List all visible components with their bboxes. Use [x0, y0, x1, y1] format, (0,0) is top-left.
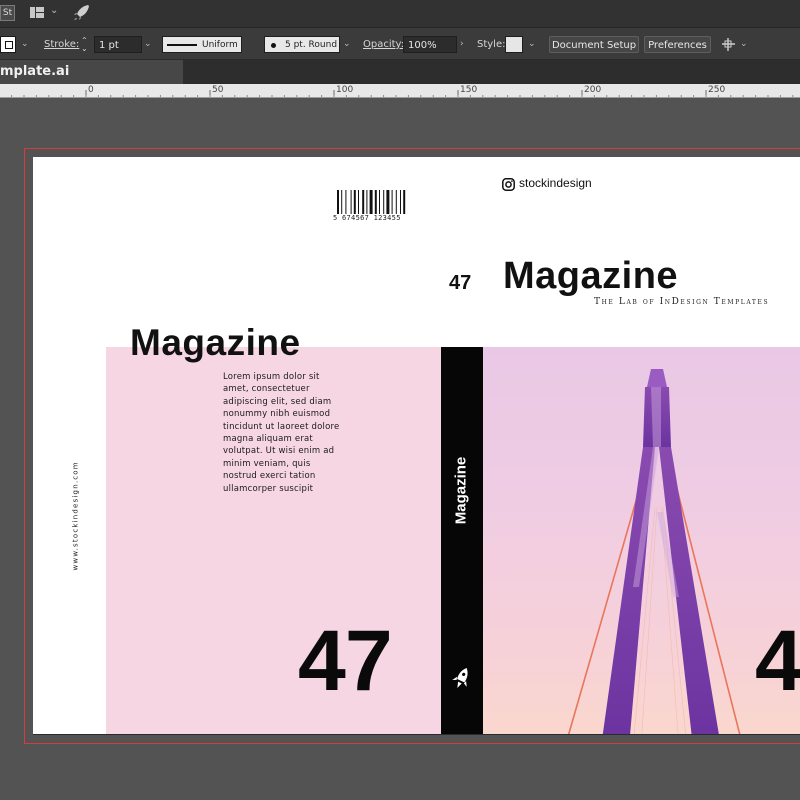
spine-title-text: Magazine — [452, 456, 470, 525]
body-line: amet, consectetuer — [223, 384, 310, 395]
ruler-label: 150 — [460, 85, 478, 95]
front-cover-issue-number: 4 — [755, 613, 800, 709]
front-issue-number-small: 47 — [449, 272, 472, 294]
document-setup-button[interactable]: Document Setup — [549, 36, 639, 53]
profile-label: Uniform — [202, 40, 238, 50]
front-cover-tagline: The Lab of InDesign Templates — [594, 297, 770, 307]
back-cover-title: Magazine — [130, 322, 301, 363]
opacity-field[interactable]: 100% — [403, 36, 457, 53]
front-cover-title: Magazine — [503, 255, 679, 297]
document-tab[interactable]: mplate.ai — [0, 60, 183, 84]
graphic-style-swatch[interactable] — [505, 36, 523, 53]
body-line: ullamcorper suscipit — [223, 483, 314, 494]
document-tab-bar: mplate.ai — [0, 60, 800, 84]
instagram-icon — [502, 178, 515, 191]
workspace-layout-icon[interactable] — [30, 7, 44, 18]
body-line: tincidunt ut laoreet dolore — [223, 421, 340, 432]
chevron-down-icon[interactable]: ⌄ — [21, 36, 29, 53]
artboard-page[interactable]: 5 674567 123455 stockindesign 47 Magazin… — [33, 157, 800, 735]
ruler-label: 0 — [88, 85, 94, 95]
body-line: Lorem ipsum dolor sit — [223, 372, 320, 382]
rocket-icon[interactable] — [73, 4, 90, 21]
page-baseline-guide — [33, 734, 800, 735]
chevron-down-icon[interactable]: ⌄ — [528, 36, 536, 53]
brush-dot-icon — [271, 43, 276, 48]
vertical-website-url: www.stockindesign.com — [70, 457, 80, 577]
body-line: volutpat. Ut wisi enim ad — [223, 446, 335, 457]
brush-definition[interactable]: 5 pt. Round — [264, 36, 340, 53]
chevron-down-icon[interactable]: ⌄ — [740, 36, 748, 53]
stroke-label[interactable]: Stroke: — [44, 36, 79, 53]
bridge-pylon-image — [567, 369, 741, 735]
body-line: nonummy nibh euismod — [223, 409, 331, 420]
stroke-weight-field[interactable]: 1 pt — [94, 36, 142, 53]
bridge-stock-icon[interactable]: St — [0, 5, 15, 21]
chevron-down-icon[interactable]: ⌄ — [144, 36, 152, 53]
ruler-ticks — [11, 90, 794, 97]
barcode-number: 5 674567 123455 — [333, 214, 401, 222]
application-bar: St ⌄ — [0, 0, 800, 28]
ruler-label: 50 — [212, 85, 224, 95]
chevron-down-icon[interactable]: ⌄ — [343, 36, 351, 53]
back-cover-issue-number: 47 — [298, 613, 393, 709]
rocket-logo-icon — [452, 668, 468, 688]
spine-title: Magazine — [441, 442, 483, 542]
horizontal-ruler[interactable]: 0 50 100 150 200 250 — [0, 84, 800, 98]
body-line: magna aliquam erat — [223, 434, 313, 445]
ruler-label: 200 — [584, 85, 602, 95]
preferences-button[interactable]: Preferences — [644, 36, 711, 53]
ruler-label: 100 — [336, 85, 354, 95]
opacity-label[interactable]: Opacity: — [363, 36, 404, 53]
style-label: Style: — [477, 39, 506, 50]
bridge-photo[interactable] — [483, 347, 800, 735]
back-cover-body-text: Lorem ipsum dolor sit amet, consectetuer… — [223, 371, 363, 495]
control-bar: ⌄ Stroke: ⌃ ⌄ 1 pt ⌄ Uniform 5 pt. Round … — [0, 28, 800, 60]
stroke-stepper-icon[interactable]: ⌃ ⌄ — [81, 37, 88, 54]
brush-label: 5 pt. Round — [285, 40, 338, 50]
website-url-text: www.stockindesign.com — [71, 461, 80, 571]
instagram-handle: stockindesign — [519, 176, 592, 190]
ruler-label: 250 — [708, 85, 726, 95]
body-line: nostrud exerci tation — [223, 471, 316, 482]
chevron-right-icon[interactable]: › — [460, 36, 464, 53]
stroke-color-swatch[interactable] — [0, 36, 16, 53]
variable-width-profile[interactable]: Uniform — [162, 36, 242, 53]
chevron-down-icon[interactable]: ⌄ — [50, 5, 58, 16]
transform-icon[interactable] — [720, 36, 737, 53]
body-line: minim veniam, quis — [223, 458, 311, 469]
body-line: adipiscing elit, sed diam — [223, 396, 332, 407]
profile-line-icon — [167, 44, 197, 46]
